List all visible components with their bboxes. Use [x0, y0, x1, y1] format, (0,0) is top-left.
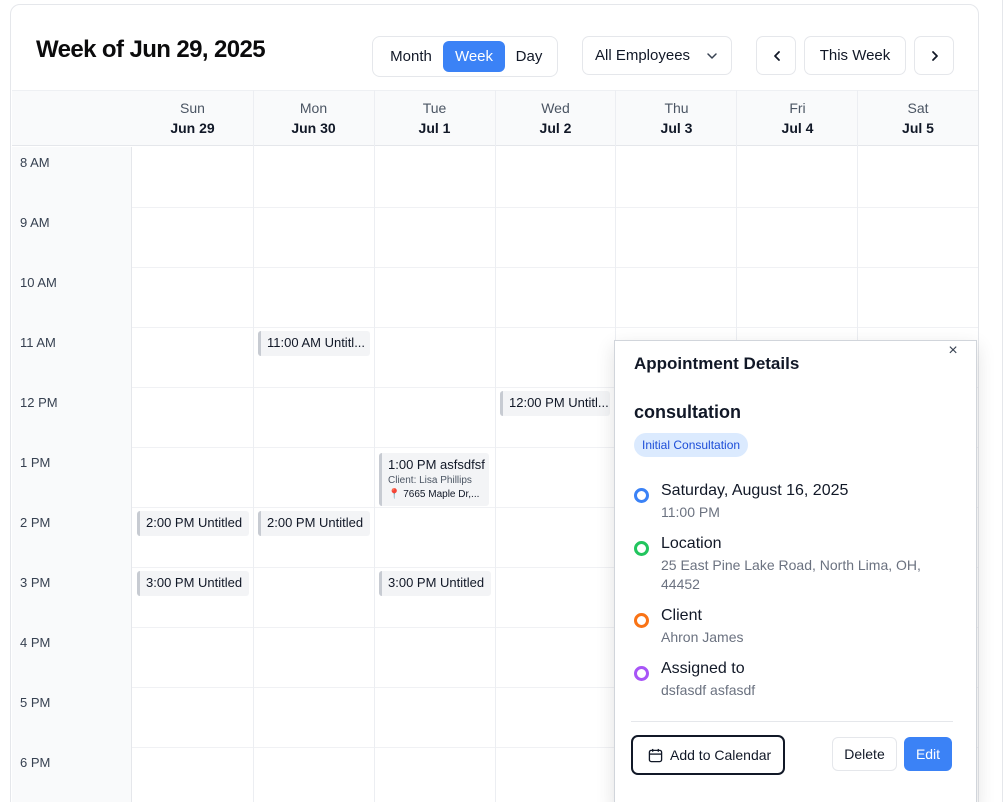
detail-location-value: 25 East Pine Lake Road, North Lima, OH, … [661, 557, 921, 592]
detail-assigned-label: Assigned to [661, 660, 745, 677]
appointment-type-badge: Initial Consultation [634, 433, 749, 457]
day-header-mon: Mon Jun 30 [253, 91, 374, 147]
day-header-fri: Fri Jul 4 [737, 91, 858, 147]
day-date: Jul 2 [539, 120, 572, 136]
time-label: 1 PM [20, 455, 51, 470]
popover-heading: Appointment Details [634, 354, 800, 373]
calendar-event[interactable]: 2:00 PM Untitled [137, 511, 249, 536]
detail-date-value: Saturday, August 16, 2025 [661, 482, 849, 499]
calendar-event[interactable]: 2:00 PM Untitled [258, 511, 370, 536]
day-header-wed: Wed Jul 2 [495, 91, 616, 147]
time-label: 8 AM [20, 155, 50, 170]
detail-client-label: Client [661, 607, 702, 624]
detail-time-value: 11:00 PM [661, 504, 720, 520]
day-header-tue: Tue Jul 1 [374, 91, 495, 147]
calendar-icon [648, 748, 663, 763]
day-gridline [495, 90, 496, 802]
chevron-left-icon [774, 51, 780, 61]
client-dot-icon [634, 613, 649, 628]
time-label: 9 AM [20, 215, 50, 230]
add-to-calendar-label: Add to Calendar [670, 747, 772, 763]
time-label: 10 AM [20, 275, 57, 290]
previous-week-button[interactable] [756, 36, 796, 75]
calendar-event[interactable]: 3:00 PM Untitled [137, 571, 249, 596]
page-title: Week of Jun 29, 2025 [36, 36, 266, 63]
time-label: 11 AM [20, 335, 56, 350]
day-date: Jun 29 [170, 120, 215, 136]
close-icon[interactable]: × [945, 343, 961, 359]
employee-filter-value: All Employees [595, 47, 691, 64]
appointment-details-popover: × Appointment Details consultation Initi… [614, 340, 977, 802]
view-week-button[interactable]: Week [443, 41, 505, 72]
delete-button[interactable]: Delete [832, 737, 897, 771]
detail-client-value: Ahron James [661, 629, 744, 645]
day-name: Sat [907, 100, 929, 116]
hour-gridline [132, 327, 978, 328]
day-header-sat: Sat Jul 5 [858, 91, 978, 147]
day-date: Jul 3 [660, 120, 693, 136]
pin-icon: 📍 [388, 489, 401, 500]
view-month-button[interactable]: Month [379, 41, 443, 72]
time-label: 4 PM [20, 635, 51, 650]
day-gridline [253, 90, 254, 802]
time-column: 8 AM 9 AM 10 AM 11 AM 12 PM 1 PM 2 PM 3 … [12, 147, 132, 802]
time-label: 6 PM [20, 755, 51, 770]
day-name: Wed [541, 100, 570, 116]
edit-button[interactable]: Edit [904, 737, 952, 771]
this-week-button[interactable]: This Week [804, 36, 906, 75]
day-name: Mon [299, 100, 328, 116]
day-gridline [374, 90, 375, 802]
popover-divider [631, 721, 953, 722]
assigned-dot-icon [634, 666, 649, 681]
event-location-text: 7665 Maple Dr,... [403, 489, 480, 500]
location-dot-icon [634, 541, 649, 556]
appointment-title: consultation [634, 402, 741, 422]
time-label: 2 PM [20, 515, 51, 530]
day-date: Jul 5 [902, 120, 934, 136]
event-location: 📍 7665 Maple Dr,... [388, 489, 489, 500]
chevron-down-icon [707, 53, 717, 59]
employee-filter-select[interactable]: All Employees [582, 36, 732, 75]
detail-assigned-value: dsfasdf asfasdf [661, 682, 756, 698]
date-dot-icon [634, 488, 649, 503]
next-week-button[interactable] [914, 36, 954, 75]
day-date: Jul 4 [781, 120, 814, 136]
day-name: Fri [789, 100, 806, 116]
time-label: 12 PM [20, 395, 58, 410]
hour-gridline [132, 207, 978, 208]
day-name: Sun [180, 100, 205, 116]
day-header-sun: Sun Jun 29 [132, 91, 253, 147]
day-name: Tue [422, 100, 447, 116]
calendar-event[interactable]: 11:00 AM Untitl... [258, 331, 370, 356]
time-label: 5 PM [20, 695, 51, 710]
time-label: 3 PM [20, 575, 51, 590]
event-title: 1:00 PM asfsdfsf [388, 457, 485, 472]
day-name: Thu [664, 100, 689, 116]
chevron-right-icon [932, 51, 938, 61]
calendar-event[interactable]: 12:00 PM Untitl... [500, 391, 610, 416]
add-to-calendar-button[interactable]: Add to Calendar [631, 735, 785, 775]
hour-gridline [132, 267, 978, 268]
view-toggle: Month Week Day [372, 36, 558, 77]
view-day-button[interactable]: Day [505, 41, 553, 72]
detail-location-label: Location [661, 535, 722, 552]
day-date: Jun 30 [291, 120, 336, 136]
page-edge [979, 0, 1004, 802]
event-client: Client: Lisa Phillips [388, 475, 472, 486]
calendar-event[interactable]: 3:00 PM Untitled [379, 571, 491, 596]
day-date: Jul 1 [418, 120, 451, 136]
day-header-thu: Thu Jul 3 [616, 91, 737, 147]
page-edge-line [1002, 0, 1003, 802]
calendar-event[interactable]: 1:00 PM asfsdfsf Client: Lisa Phillips 📍… [379, 453, 489, 506]
